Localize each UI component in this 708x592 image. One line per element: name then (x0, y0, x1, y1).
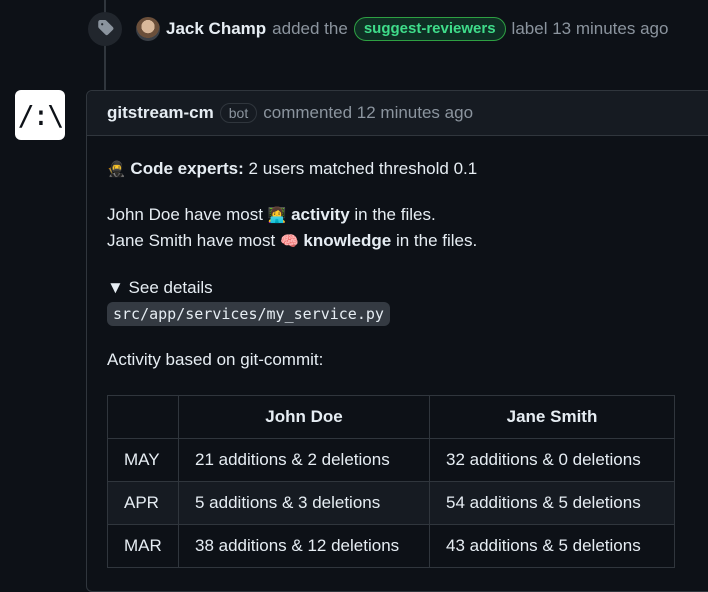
code-experts-title: Code experts: (130, 159, 244, 178)
comment-timestamp[interactable]: commented 12 minutes ago (263, 103, 473, 123)
file-path-code: src/app/services/my_service.py (107, 302, 390, 326)
comment-box: gitstream-cm bot commented 12 minutes ag… (86, 90, 708, 592)
see-details-toggle[interactable]: ▼ See details (107, 278, 213, 298)
activity-line-suffix: in the files. (354, 205, 436, 224)
table-cell: 43 additions & 5 deletions (429, 524, 675, 568)
table-header-jane: Jane Smith (429, 395, 675, 439)
event-action-text: added the (272, 19, 348, 38)
table-row: MAY 21 additions & 2 deletions 32 additi… (107, 438, 675, 482)
event-time-text: label 13 minutes ago (511, 19, 669, 38)
bot-badge: bot (219, 103, 258, 123)
bot-avatar-logo: /:\ (17, 98, 65, 132)
avatar[interactable] (136, 17, 160, 41)
activity-table: John Doe Jane Smith MAY 21 additions & 2… (107, 395, 675, 568)
table-cell-month: MAY (107, 438, 179, 482)
table-header-empty (107, 395, 179, 439)
comment-header: gitstream-cm bot commented 12 minutes ag… (87, 91, 708, 136)
comment-author-link[interactable]: gitstream-cm (107, 103, 214, 123)
code-experts-text: 2 users matched threshold 0.1 (248, 159, 478, 178)
tag-icon (88, 12, 122, 46)
table-cell: 54 additions & 5 deletions (429, 481, 675, 525)
table-cell: 38 additions & 12 deletions (178, 524, 430, 568)
table-row: MAR 38 additions & 12 deletions 43 addit… (107, 524, 675, 568)
table-cell: 32 additions & 0 deletions (429, 438, 675, 482)
knowledge-line-prefix: Jane Smith have most (107, 231, 276, 250)
knowledge-line-suffix: in the files. (395, 231, 478, 250)
table-cell: 21 additions & 2 deletions (178, 438, 430, 482)
table-header-row: John Doe Jane Smith (107, 395, 675, 439)
knowledge-line: Jane Smith have most 🧠 knowledge in the … (107, 231, 477, 251)
ninja-icon: 🥷 (107, 160, 126, 178)
brain-icon: 🧠 (279, 232, 299, 250)
technologist-icon: 👩‍💻 (267, 206, 287, 224)
bot-avatar[interactable]: /:\ (15, 90, 65, 140)
table-cell-month: MAR (107, 524, 179, 568)
code-experts-line: 🥷 Code experts: 2 users matched threshol… (107, 159, 477, 179)
label-event: Jack Champ added the suggest-reviewers l… (88, 12, 668, 46)
label-badge[interactable]: suggest-reviewers (353, 17, 506, 41)
table-cell: 5 additions & 3 deletions (178, 481, 430, 525)
activity-keyword: activity (291, 205, 350, 224)
table-cell-month: APR (107, 481, 179, 525)
activity-line-prefix: John Doe have most (107, 205, 263, 224)
activity-caption: Activity based on git-commit: (107, 350, 324, 369)
activity-line: John Doe have most 👩‍💻 activity in the f… (107, 205, 436, 225)
event-actor-link[interactable]: Jack Champ (166, 19, 266, 39)
knowledge-keyword: knowledge (303, 231, 392, 250)
table-row: APR 5 additions & 3 deletions 54 additio… (107, 481, 675, 525)
file-path: src/app/services/my_service.py (107, 302, 390, 326)
table-header-john: John Doe (178, 395, 430, 439)
